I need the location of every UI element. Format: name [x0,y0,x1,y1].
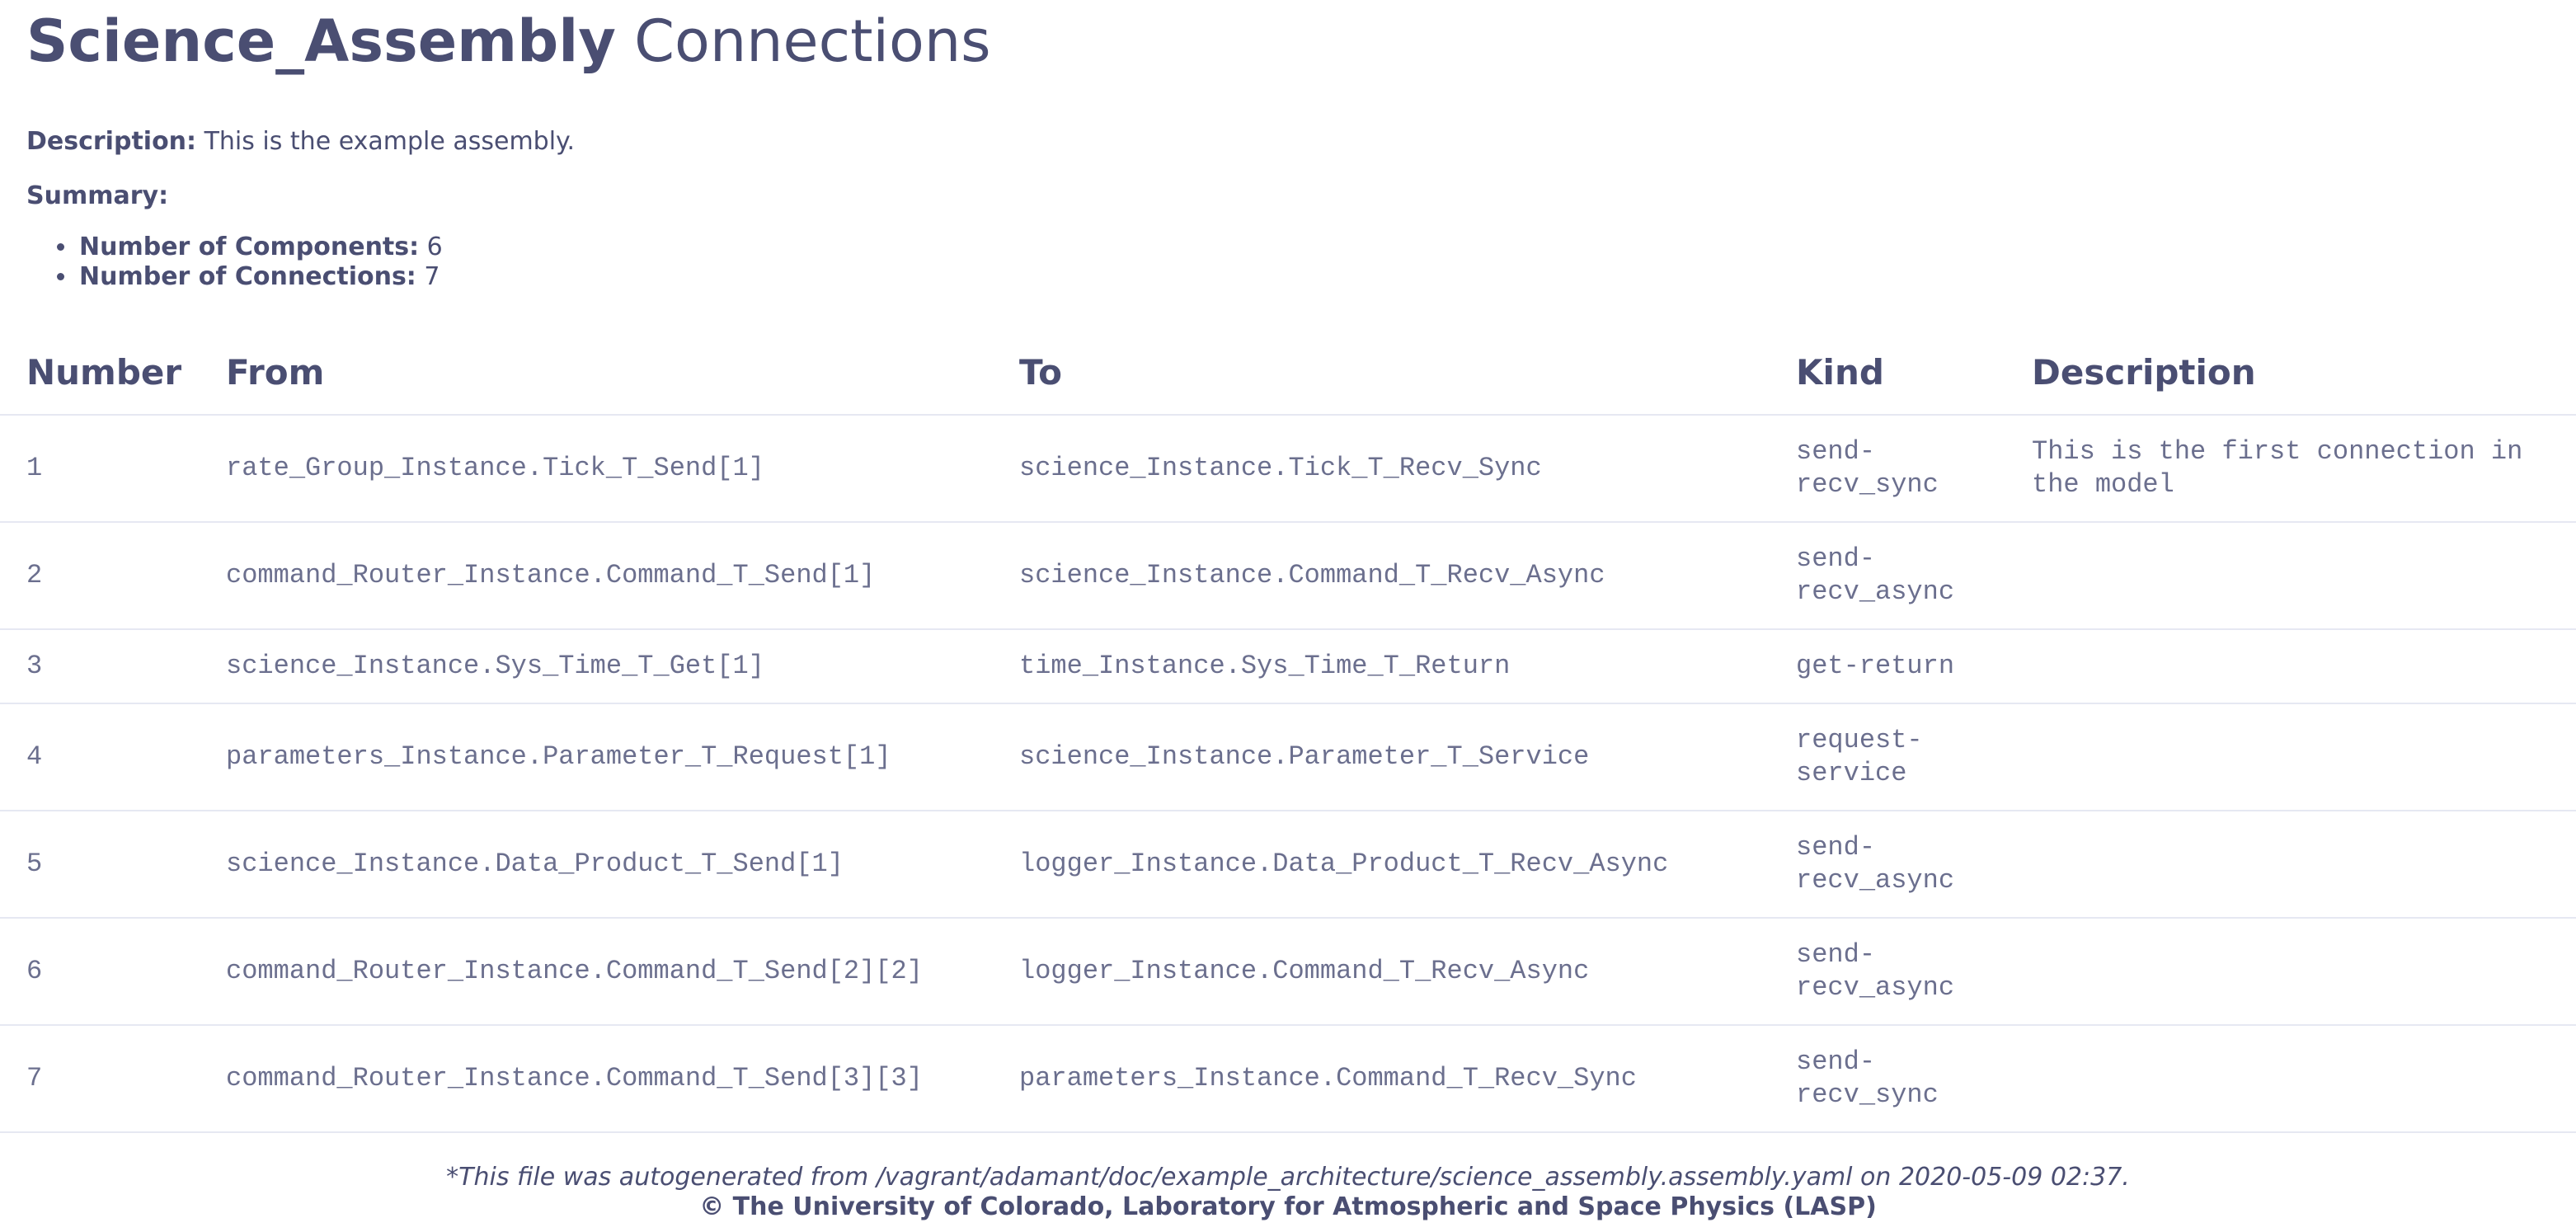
copyright-notice: © The University of Colorado, Laboratory… [699,1192,1877,1221]
connections-table: Number From To Kind Description 1 rate_G… [0,330,2576,1133]
cell-description [2005,1025,2576,1133]
cell-number: 6 [0,918,200,1026]
description-line: Description: This is the example assembl… [26,125,2550,158]
cell-to: science_Instance.Command_T_Recv_Async [993,522,1770,630]
cell-to: science_Instance.Tick_T_Recv_Sync [993,415,1770,523]
cell-number: 2 [0,522,200,630]
table-row: 7 command_Router_Instance.Command_T_Send… [0,1025,2576,1133]
cell-kind: get-return [1770,629,2005,704]
page-title-assembly: Science_Assembly [26,7,616,75]
table-row: 4 parameters_Instance.Parameter_T_Reques… [0,703,2576,811]
column-header-to: To [993,330,1770,416]
description-text: This is the example assembly. [204,127,576,156]
cell-description [2005,918,2576,1026]
connections-label: Number of Connections: [79,262,416,291]
cell-from: parameters_Instance.Parameter_T_Request[… [200,703,993,811]
page-title-rest: Connections [634,7,991,75]
cell-to: parameters_Instance.Command_T_Recv_Sync [993,1025,1770,1133]
cell-number: 4 [0,703,200,811]
cell-kind: send-recv_sync [1770,415,2005,523]
cell-to: logger_Instance.Data_Product_T_Recv_Asyn… [993,811,1770,919]
column-header-number: Number [0,330,200,416]
cell-kind: send-recv_sync [1770,1025,2005,1133]
table-row: 6 command_Router_Instance.Command_T_Send… [0,918,2576,1026]
cell-description [2005,703,2576,811]
cell-kind: request-service [1770,703,2005,811]
table-row: 3 science_Instance.Sys_Time_T_Get[1] tim… [0,629,2576,704]
connections-count-item: Number of Connections: 7 [78,262,2550,292]
assembly-info: Description: This is the example assembl… [26,125,2550,213]
summary-label: Summary: [26,181,169,210]
cell-number: 1 [0,415,200,523]
cell-to: logger_Instance.Command_T_Recv_Async [993,918,1770,1026]
cell-number: 5 [0,811,200,919]
column-header-from: From [200,330,993,416]
cell-description [2005,629,2576,704]
cell-from: rate_Group_Instance.Tick_T_Send[1] [200,415,993,523]
cell-kind: send-recv_async [1770,811,2005,919]
description-label: Description: [26,127,197,156]
cell-number: 3 [0,629,200,704]
table-row: 5 science_Instance.Data_Product_T_Send[1… [0,811,2576,919]
cell-to: science_Instance.Parameter_T_Service [993,703,1770,811]
cell-description: This is the first connection in the mode… [2005,415,2576,523]
cell-from: science_Instance.Sys_Time_T_Get[1] [200,629,993,704]
table-row: 2 command_Router_Instance.Command_T_Send… [0,522,2576,630]
cell-kind: send-recv_async [1770,918,2005,1026]
cell-number: 7 [0,1025,200,1133]
components-count-item: Number of Components: 6 [78,233,2550,262]
table-row: 1 rate_Group_Instance.Tick_T_Send[1] sci… [0,415,2576,523]
column-header-kind: Kind [1770,330,2005,416]
cell-from: science_Instance.Data_Product_T_Send[1] [200,811,993,919]
components-value: 6 [426,233,443,261]
cell-description [2005,811,2576,919]
page-title: Science_Assembly Connections [26,0,2550,76]
components-label: Number of Components: [79,233,420,261]
cell-description [2005,522,2576,630]
cell-from: command_Router_Instance.Command_T_Send[1… [200,522,993,630]
page-footer: *This file was autogenerated from /vagra… [0,1163,2576,1222]
autogenerated-note: *This file was autogenerated from /vagra… [446,1163,2130,1192]
connections-value: 7 [424,262,440,291]
cell-kind: send-recv_async [1770,522,2005,630]
table-header-row: Number From To Kind Description [0,330,2576,416]
column-header-description: Description [2005,330,2576,416]
cell-from: command_Router_Instance.Command_T_Send[3… [200,1025,993,1133]
summary-list: Number of Components: 6 Number of Connec… [26,233,2550,292]
cell-to: time_Instance.Sys_Time_T_Return [993,629,1770,704]
cell-from: command_Router_Instance.Command_T_Send[2… [200,918,993,1026]
